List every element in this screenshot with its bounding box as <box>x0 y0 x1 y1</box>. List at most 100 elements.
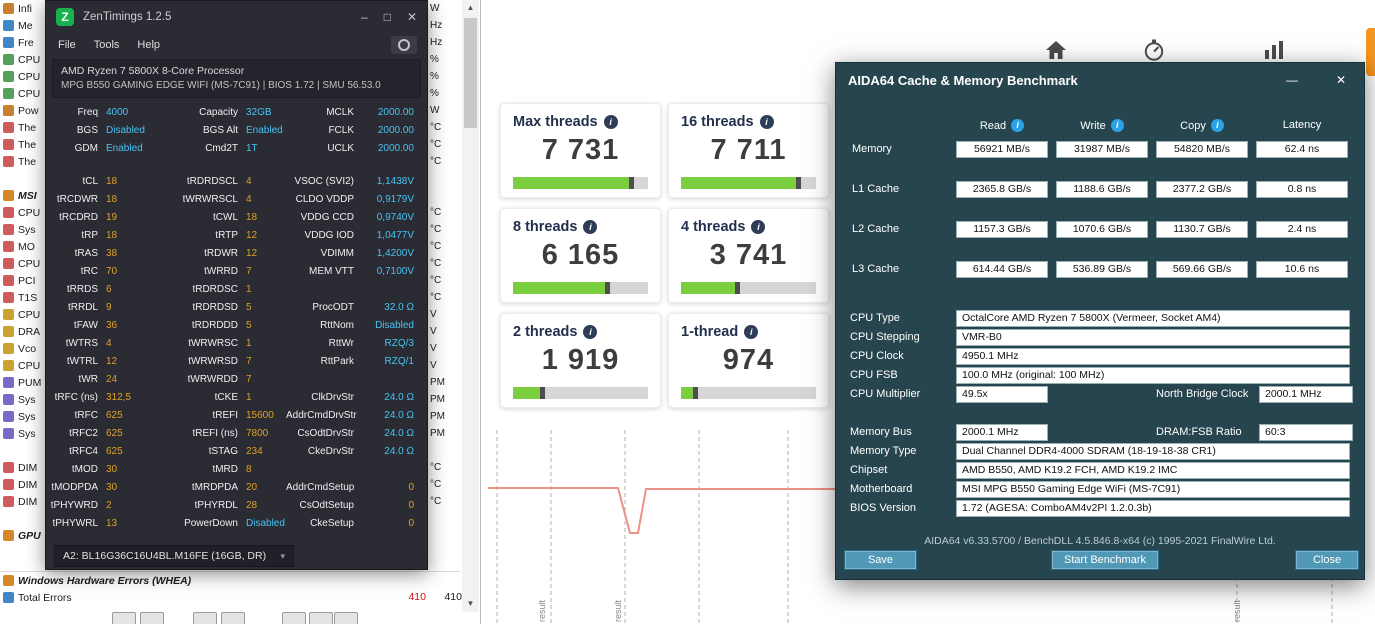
info-field-label: Chipset <box>850 464 888 476</box>
ram-slot-dropdown[interactable]: A2: BL16G36C16U4BL.M16FE (16GB, DR) ▾ <box>54 545 294 567</box>
scroll-up-icon[interactable]: ▲ <box>462 0 479 16</box>
whea-section-header[interactable]: Windows Hardware Errors (WHEA) <box>0 571 460 589</box>
timing-label: Cmd2T <box>205 143 238 154</box>
sensor-icon <box>3 241 14 252</box>
timing-label: tCL <box>82 176 98 187</box>
bar-chart-icon[interactable] <box>1262 38 1286 62</box>
info-field-value: 2000.1 MHz <box>1259 386 1353 403</box>
maximize-icon[interactable]: □ <box>384 10 391 24</box>
timing-value: 18 <box>246 212 258 223</box>
aida64-titlebar[interactable]: AIDA64 Cache & Memory Benchmark — ✕ <box>836 63 1364 97</box>
timings-row: tWR 24 tWRWRDD 7 <box>46 371 427 389</box>
info-field-value: 49.5x <box>956 386 1048 403</box>
timing-value: Disabled <box>246 518 285 529</box>
toolbar-button[interactable] <box>193 612 217 624</box>
info-icon[interactable]: i <box>759 115 774 129</box>
info-icon[interactable]: i <box>603 115 618 129</box>
timing-label: RttPark <box>320 356 354 367</box>
scrollbar-thumb[interactable] <box>464 18 477 128</box>
sensor-value-unit: °C <box>430 156 442 167</box>
timing-value: 4 <box>246 194 252 205</box>
menu-help[interactable]: Help <box>137 39 160 51</box>
info-icon[interactable]: i <box>583 325 598 339</box>
start-benchmark-button[interactable]: Start Benchmark <box>1051 550 1159 570</box>
timings-row: tRP 18 tRTP 12 VDDG IOD 1,0477V <box>46 227 427 245</box>
sensor-value-unit: PM <box>430 394 445 405</box>
close-icon[interactable]: ✕ <box>1336 73 1346 87</box>
timing-label: tRDRDDD <box>191 320 238 331</box>
benchmark-card-title: 8 threads <box>513 219 578 235</box>
info-row: CPU Clock 4950.1 MHz <box>836 348 1364 367</box>
info-icon[interactable]: i <box>1210 119 1224 132</box>
orange-brand-partial <box>1366 28 1375 76</box>
timing-value: 625 <box>106 446 123 457</box>
timings-row: tRFC 625 tREFI 15600 AddrCmdDrvStr 24.0 Ω <box>46 407 427 425</box>
toolbar-button[interactable] <box>140 612 164 624</box>
toolbar-button[interactable] <box>334 612 358 624</box>
info-icon[interactable]: i <box>751 220 766 234</box>
sensor-value-unit: °C <box>430 462 442 473</box>
sensor-label: CPU <box>18 359 41 372</box>
sensor-icon <box>3 479 14 490</box>
sensor-icon <box>3 54 14 65</box>
info-row: CPU Type OctalCore AMD Ryzen 7 5800X (Ver… <box>836 310 1364 329</box>
sensor-value-unit: °C <box>430 241 442 252</box>
timing-value: 4 <box>106 338 112 349</box>
column-header-write: Write i <box>1056 119 1148 132</box>
menu-tools[interactable]: Tools <box>94 39 120 51</box>
timing-value: 1T <box>246 143 258 154</box>
toolbar-button[interactable] <box>221 612 245 624</box>
info-icon[interactable]: i <box>1011 119 1025 132</box>
menu-file[interactable]: File <box>58 39 76 51</box>
timing-value: 38 <box>106 248 118 259</box>
toolbar-button[interactable] <box>309 612 333 624</box>
whea-section: Windows Hardware Errors (WHEA) Total Err… <box>0 571 462 606</box>
sensor-icon <box>3 156 14 167</box>
sensor-value-unit: V <box>430 309 437 320</box>
toolbar-button[interactable] <box>112 612 136 624</box>
timing-value: 5 <box>246 302 252 313</box>
column-header-latency: Latency <box>1256 119 1348 131</box>
timing-label: VDIMM <box>320 248 354 259</box>
timing-label: CkeSetup <box>310 518 354 529</box>
info-icon[interactable]: i <box>583 220 598 234</box>
benchmark-card-header: 4 threads i <box>681 219 816 235</box>
cpu-name: AMD Ryzen 7 5800X 8-Core Processor <box>61 65 245 77</box>
timing-label: tRRDL <box>67 302 98 313</box>
save-button[interactable]: Save <box>844 550 917 570</box>
hwinfo-scrollbar[interactable]: ▲ ▼ <box>462 0 479 612</box>
home-icon[interactable] <box>1044 38 1068 62</box>
sensor-icon <box>3 20 14 31</box>
benchmark-card-title: 4 threads <box>681 219 746 235</box>
sensor-icon <box>3 105 14 116</box>
score-bar-fill <box>681 177 800 189</box>
info-icon[interactable]: i <box>1110 119 1124 132</box>
zentimings-titlebar[interactable]: Z ZenTimings 1.2.5 – □ ✕ <box>46 1 427 33</box>
timing-label: BGS Alt <box>202 125 238 136</box>
benchmark-card-header: 16 threads i <box>681 114 816 130</box>
close-icon[interactable]: ✕ <box>407 10 417 24</box>
benchmark-value-cell: 1188.6 GB/s <box>1056 181 1148 198</box>
timing-value: 7800 <box>246 428 269 439</box>
timing-label: GDM <box>74 143 98 154</box>
screenshot-camera-icon[interactable] <box>391 36 417 54</box>
sensor-icon <box>3 462 14 473</box>
info-icon[interactable]: i <box>744 325 759 339</box>
timing-value: 24.0 Ω <box>384 428 414 439</box>
total-errors-row[interactable]: Total Errors 410 410 <box>0 589 462 606</box>
timing-value <box>362 461 414 479</box>
minimize-icon[interactable]: — <box>1286 73 1298 87</box>
timings-row: tRFC2 625 tREFI (ns) 7800 CsOdtDrvStr 24.0 Ω <box>46 425 427 443</box>
timing-label: RttNom <box>320 320 354 331</box>
info-field-label: CPU Type <box>850 312 900 324</box>
minimize-icon[interactable]: – <box>361 10 368 24</box>
info-field-value: OctalCore AMD Ryzen 7 5800X (Vermeer, So… <box>956 310 1350 327</box>
close-button[interactable]: Close <box>1295 550 1359 570</box>
toolbar-button[interactable] <box>282 612 306 624</box>
timings-row: tFAW 36 tRDRDDD 5 RttNom Disabled <box>46 317 427 335</box>
info-field-label: CPU Stepping <box>850 331 920 343</box>
benchmark-score: 7 731 <box>541 134 620 166</box>
gauge-icon[interactable] <box>1142 38 1166 62</box>
ram-slot-value: A2: BL16G36C16U4BL.M16FE (16GB, DR) <box>63 550 267 562</box>
sensor-icon <box>3 292 14 303</box>
